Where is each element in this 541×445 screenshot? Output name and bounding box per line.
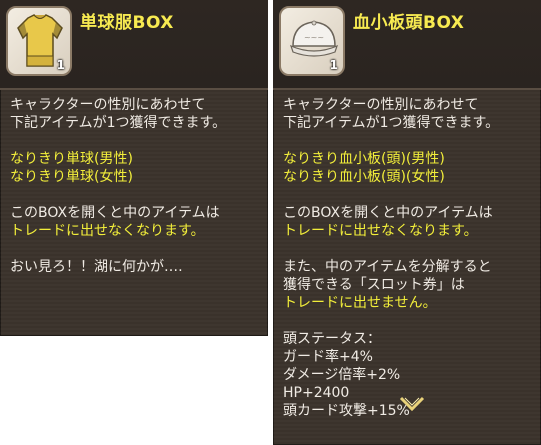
item-count: 1 bbox=[56, 58, 65, 72]
item-count: 1 bbox=[329, 58, 338, 72]
item-title: 単球服BOX bbox=[80, 13, 174, 33]
description-line: また、中のアイテムを分解すると bbox=[283, 259, 492, 275]
description-line: トレードに出せなくなります。 bbox=[283, 223, 478, 239]
description-line: トレードに出せなくなります。 bbox=[10, 223, 205, 239]
item-icon-slot[interactable]: ~~~ 1 bbox=[279, 6, 345, 76]
description-line: なりきり単球(男性) bbox=[10, 151, 133, 167]
description-line: 獲得できる「スロット券」は bbox=[283, 277, 465, 293]
item-description: キャラクターの性別にあわせて下記アイテムが1つ獲得できます。 なりきり血小板(頭)… bbox=[283, 96, 533, 420]
description-line: 頭ステータス： bbox=[283, 331, 381, 347]
description-line: トレードに出せません。 bbox=[283, 295, 437, 311]
description-line: キャラクターの性別にあわせて bbox=[283, 97, 479, 113]
description-line: なりきり血小板(頭)(男性) bbox=[283, 151, 445, 167]
description-line: ダメージ倍率+2% bbox=[283, 367, 401, 383]
description-line: なりきり単球(女性) bbox=[10, 169, 133, 185]
description-line: なりきり血小板(頭)(女性) bbox=[283, 169, 445, 185]
item-tooltip-left: 1 単球服BOX キャラクターの性別にあわせて下記アイテムが1つ獲得できます。な… bbox=[0, 0, 268, 336]
item-description: キャラクターの性別にあわせて下記アイテムが1つ獲得できます。 なりきり単球(男性)… bbox=[10, 96, 260, 276]
item-tooltip-right: ~~~ 1 血小板頭BOX キャラクターの性別にあわせて下記アイテムが1つ獲得で… bbox=[273, 0, 541, 445]
item-icon-slot[interactable]: 1 bbox=[6, 6, 72, 76]
description-line: このBOXを開くと中のアイテムは bbox=[283, 205, 493, 221]
description-line: 下記アイテムが1つ獲得できます。 bbox=[10, 115, 227, 131]
tooltip-header: ~~~ 1 血小板頭BOX bbox=[273, 0, 541, 90]
svg-text:~~~: ~~~ bbox=[304, 33, 324, 42]
chevron-down-icon[interactable] bbox=[399, 396, 425, 412]
description-line: ガード率+4% bbox=[283, 349, 373, 365]
description-line: 下記アイテムが1つ獲得できます。 bbox=[283, 115, 500, 131]
description-line: キャラクターの性別にあわせて bbox=[10, 97, 206, 113]
description-line: このBOXを開くと中のアイテムは bbox=[10, 205, 220, 221]
item-title: 血小板頭BOX bbox=[353, 13, 465, 33]
tooltip-header: 1 単球服BOX bbox=[0, 0, 268, 90]
description-line: おい見ろ！！湖に何かが‥‥ bbox=[10, 259, 183, 275]
